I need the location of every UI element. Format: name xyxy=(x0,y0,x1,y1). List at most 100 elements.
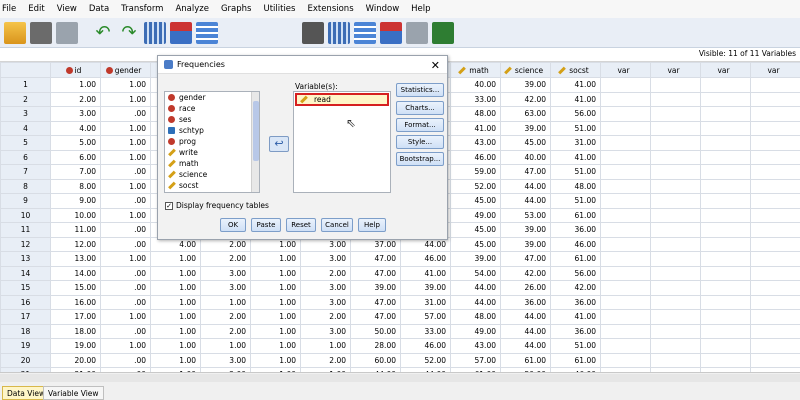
table-cell[interactable]: 41.00 xyxy=(400,265,451,281)
use-sets-icon[interactable] xyxy=(432,21,454,44)
table-cell[interactable]: 43.00 xyxy=(450,135,501,151)
row-number[interactable]: 12 xyxy=(0,236,51,252)
table-cell[interactable] xyxy=(700,149,751,165)
table-cell[interactable] xyxy=(700,106,751,122)
table-cell[interactable]: 47.00 xyxy=(500,251,551,267)
row-number[interactable]: 14 xyxy=(0,265,51,281)
table-cell[interactable]: 9.00 xyxy=(50,193,101,209)
table-cell[interactable]: 47.00 xyxy=(350,251,401,267)
row-number[interactable]: 5 xyxy=(0,135,51,151)
list-item[interactable]: write xyxy=(165,147,259,158)
redo-icon[interactable]: ↷ xyxy=(118,22,140,44)
table-cell[interactable]: 3.00 xyxy=(300,251,351,267)
table-cell[interactable]: 1.00 xyxy=(50,77,101,93)
table-cell[interactable] xyxy=(700,222,751,238)
source-variable-list[interactable]: gender race ses schtyp prog write math s… xyxy=(164,91,260,193)
table-cell[interactable]: 31.00 xyxy=(550,135,601,151)
table-cell[interactable] xyxy=(600,164,651,180)
menu-extensions[interactable]: Extensions xyxy=(301,4,359,14)
row-number[interactable]: 15 xyxy=(0,280,51,296)
row-number[interactable]: 8 xyxy=(0,178,51,194)
table-cell[interactable] xyxy=(600,309,651,325)
table-cell[interactable]: 42.00 xyxy=(550,280,601,296)
split-file-icon[interactable] xyxy=(380,21,402,44)
table-cell[interactable] xyxy=(600,294,651,310)
table-cell[interactable]: 49.00 xyxy=(450,207,501,223)
table-cell[interactable] xyxy=(750,280,800,296)
table-cell[interactable] xyxy=(700,236,751,252)
table-cell[interactable]: 42.00 xyxy=(500,91,551,107)
table-cell[interactable]: 48.00 xyxy=(450,106,501,122)
table-cell[interactable] xyxy=(700,164,751,180)
display-frequency-tables-checkbox[interactable]: ✓ Display frequency tables xyxy=(165,201,269,210)
table-row[interactable]: 13 13.00 1.00 1.00 2.00 1.00 3.00 47.00 46.00 39.… xyxy=(0,251,800,267)
table-cell[interactable] xyxy=(700,352,751,368)
row-number[interactable]: 9 xyxy=(0,193,51,209)
table-cell[interactable]: .00 xyxy=(100,193,151,209)
row-number[interactable]: 3 xyxy=(0,106,51,122)
table-cell[interactable]: 44.00 xyxy=(500,193,551,209)
table-cell[interactable]: 46.00 xyxy=(550,236,601,252)
column-header[interactable]: var xyxy=(750,62,800,78)
table-cell[interactable]: 46.00 xyxy=(400,251,451,267)
table-cell[interactable] xyxy=(700,207,751,223)
table-cell[interactable]: 39.00 xyxy=(350,280,401,296)
table-cell[interactable]: 36.00 xyxy=(550,294,601,310)
table-cell[interactable] xyxy=(600,77,651,93)
table-cell[interactable]: 12.00 xyxy=(50,236,101,252)
table-cell[interactable] xyxy=(650,352,701,368)
table-cell[interactable] xyxy=(650,251,701,267)
menu-window[interactable]: Window xyxy=(360,4,406,14)
table-cell[interactable] xyxy=(700,77,751,93)
table-cell[interactable] xyxy=(750,309,800,325)
table-cell[interactable] xyxy=(650,120,701,136)
table-cell[interactable]: 2.00 xyxy=(50,91,101,107)
table-cell[interactable]: .00 xyxy=(100,265,151,281)
menu-help[interactable]: Help xyxy=(405,4,436,14)
table-cell[interactable]: .00 xyxy=(100,280,151,296)
menu-view[interactable]: View xyxy=(51,4,83,14)
row-number[interactable]: 6 xyxy=(0,149,51,165)
table-row[interactable]: 19 19.00 1.00 1.00 1.00 1.00 1.00 28.00 46.00 43.… xyxy=(0,338,800,354)
table-cell[interactable] xyxy=(750,106,800,122)
table-cell[interactable]: 44.00 xyxy=(500,309,551,325)
table-cell[interactable]: 51.00 xyxy=(550,193,601,209)
table-cell[interactable]: 3.00 xyxy=(300,280,351,296)
table-cell[interactable]: 45.00 xyxy=(500,135,551,151)
table-cell[interactable] xyxy=(600,193,651,209)
list-item[interactable]: math xyxy=(165,158,259,169)
table-cell[interactable] xyxy=(600,352,651,368)
table-cell[interactable] xyxy=(650,77,701,93)
table-cell[interactable]: 41.00 xyxy=(550,309,601,325)
table-cell[interactable]: 1.00 xyxy=(100,251,151,267)
table-cell[interactable]: 16.00 xyxy=(50,294,101,310)
table-cell[interactable]: 3.00 xyxy=(300,294,351,310)
table-cell[interactable]: 1.00 xyxy=(150,294,201,310)
find-icon[interactable] xyxy=(302,21,324,44)
table-cell[interactable]: 60.00 xyxy=(350,352,401,368)
table-cell[interactable]: 1.00 xyxy=(250,251,301,267)
table-cell[interactable]: 59.00 xyxy=(450,164,501,180)
cancel-button[interactable]: Cancel xyxy=(321,218,353,232)
table-cell[interactable] xyxy=(650,178,701,194)
table-cell[interactable]: 1.00 xyxy=(100,338,151,354)
table-cell[interactable]: 2.00 xyxy=(200,323,251,339)
row-number[interactable]: 13 xyxy=(0,251,51,267)
table-cell[interactable]: 2.00 xyxy=(300,352,351,368)
table-cell[interactable]: 6.00 xyxy=(50,149,101,165)
table-cell[interactable]: .00 xyxy=(100,164,151,180)
table-cell[interactable]: 44.00 xyxy=(500,338,551,354)
row-number[interactable]: 7 xyxy=(0,164,51,180)
save-icon[interactable] xyxy=(30,21,52,44)
table-cell[interactable] xyxy=(600,222,651,238)
table-row[interactable]: 17 17.00 1.00 1.00 2.00 1.00 2.00 47.00 57.00 48.… xyxy=(0,309,800,325)
table-cell[interactable] xyxy=(650,265,701,281)
table-cell[interactable]: 1.00 xyxy=(150,251,201,267)
table-cell[interactable] xyxy=(750,352,800,368)
charts-button[interactable]: Charts... xyxy=(396,101,444,115)
table-cell[interactable]: 45.00 xyxy=(450,193,501,209)
table-cell[interactable] xyxy=(600,338,651,354)
table-cell[interactable] xyxy=(750,207,800,223)
table-cell[interactable]: 2.00 xyxy=(200,309,251,325)
table-cell[interactable]: 47.00 xyxy=(500,164,551,180)
